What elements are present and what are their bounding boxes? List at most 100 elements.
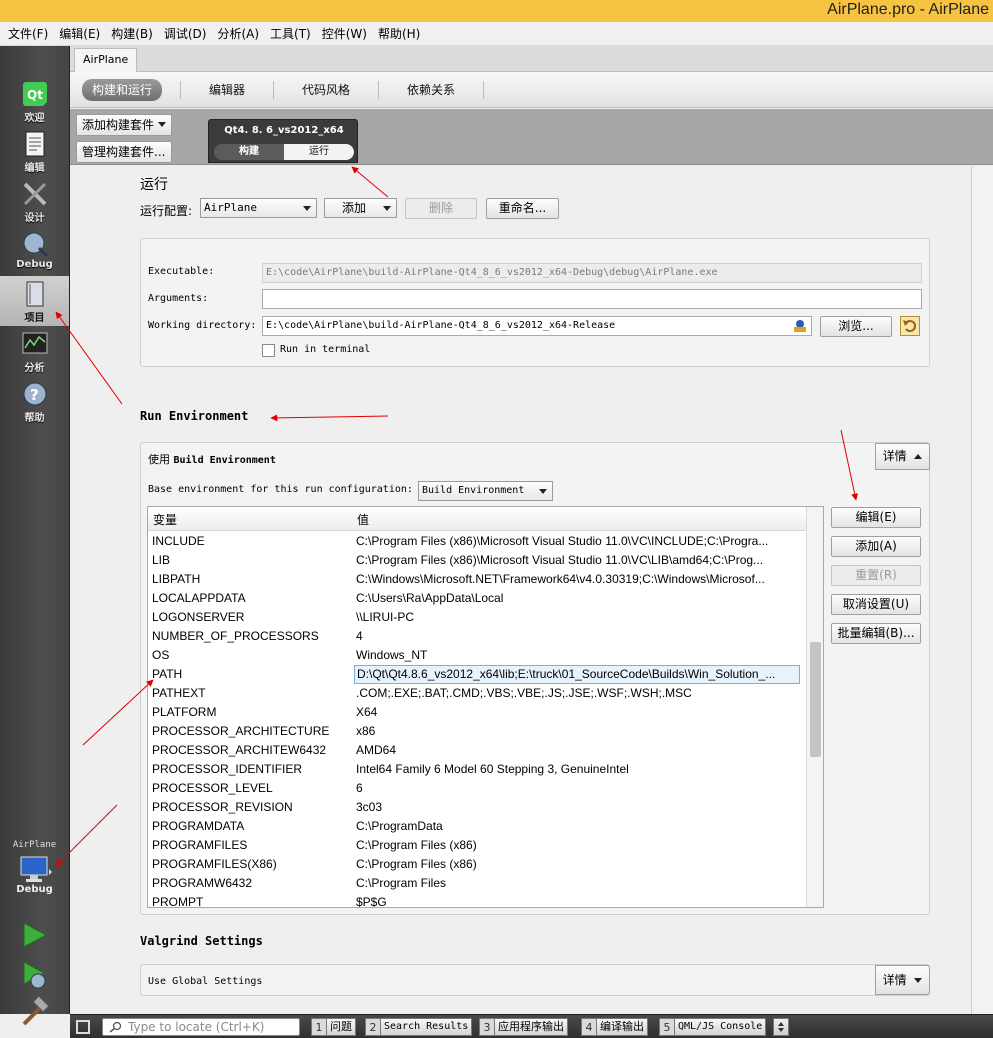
- output-pane-compile-output[interactable]: 4 编译输出: [581, 1018, 648, 1036]
- workdir-field[interactable]: E:\code\AirPlane\build-AirPlane-Qt4_8_6_…: [262, 316, 812, 336]
- output-pane-issues[interactable]: 1 问题: [311, 1018, 356, 1036]
- add-run-config-button[interactable]: 添加: [324, 198, 397, 218]
- env-table-row[interactable]: PROGRAMFILES C:\Program Files (x86): [148, 836, 808, 855]
- menu-analyze[interactable]: 分析(A): [212, 22, 264, 46]
- valgrind-details-button[interactable]: 详情: [875, 965, 930, 995]
- env-add-button[interactable]: 添加(A): [831, 536, 921, 557]
- env-table-row[interactable]: PROGRAMDATA C:\ProgramData: [148, 817, 808, 836]
- tab-build-run[interactable]: 构建和运行: [82, 78, 163, 101]
- add-run-config-label: 添加: [342, 201, 367, 215]
- menu-tools[interactable]: 工具(T): [265, 22, 316, 46]
- mode-debug[interactable]: Debug: [0, 226, 69, 276]
- pane-label: QML/JS Console: [675, 1018, 767, 1036]
- env-col-variable[interactable]: 变量: [153, 511, 177, 528]
- base-env-combo[interactable]: Build Environment: [418, 481, 553, 501]
- arguments-field[interactable]: [262, 289, 922, 309]
- env-table[interactable]: 变量 值 INCLUDE C:\Program Files (x86)\Micro…: [147, 506, 824, 908]
- env-reset-button[interactable]: 重置(R): [831, 565, 921, 586]
- tab-dependencies[interactable]: 依赖关系: [397, 79, 465, 101]
- mode-welcome[interactable]: Qt 欢迎: [0, 76, 69, 126]
- mode-analyze[interactable]: 分析: [0, 326, 69, 376]
- env-table-scroll-thumb[interactable]: [810, 642, 821, 757]
- mode-edit-label: 编辑: [24, 163, 45, 174]
- output-pane-app-output[interactable]: 3 应用程序输出: [479, 1018, 568, 1036]
- mode-edit[interactable]: 编辑: [0, 126, 69, 176]
- monitor-icon: [20, 856, 52, 882]
- menu-edit[interactable]: 编辑(E): [54, 22, 105, 46]
- env-unset-button[interactable]: 取消设置(U): [831, 594, 921, 615]
- mode-design[interactable]: 设计: [0, 176, 69, 226]
- run-settings-page: 运行 运行配置: AirPlane 添加 删除 重命名... Executabl…: [70, 166, 993, 1014]
- env-edit-button[interactable]: 编辑(E): [831, 507, 921, 528]
- menu-file[interactable]: 文件(F): [3, 22, 53, 46]
- project-subtabs: 构建和运行 编辑器 代码风格 依赖关系: [70, 72, 993, 108]
- reset-workdir-icon[interactable]: [900, 316, 920, 336]
- env-table-row[interactable]: LOCALAPPDATA C:\Users\Ra\AppData\Local: [148, 589, 808, 608]
- env-table-row[interactable]: PROCESSOR_ARCHITECTURE x86: [148, 722, 808, 741]
- mode-bar: Qt 欢迎 编辑 设计 Debug 项目 分析 ? 帮助 AirPlane De…: [0, 46, 70, 1026]
- env-table-row[interactable]: PROCESSOR_ARCHITEW6432 AMD64: [148, 741, 808, 760]
- mode-help[interactable]: ? 帮助: [0, 376, 69, 426]
- menu-build[interactable]: 构建(B): [106, 22, 158, 46]
- menu-help[interactable]: 帮助(H): [373, 22, 425, 46]
- tab-code-style[interactable]: 代码风格: [292, 79, 360, 101]
- env-table-row[interactable]: NUMBER_OF_PROCESSORS 4: [148, 627, 808, 646]
- pane-label: 问题: [327, 1018, 356, 1036]
- env-table-row[interactable]: LIBPATH C:\Windows\Microsoft.NET\Framewor…: [148, 570, 808, 589]
- output-pane-search-results[interactable]: 2 Search Results: [365, 1018, 473, 1036]
- env-variable-cell: LIBPATH: [152, 572, 201, 586]
- output-pane-qml-console[interactable]: 5 QML/JS Console: [659, 1018, 767, 1036]
- kit-target-selector[interactable]: Debug: [0, 854, 69, 906]
- pane-scroll-arrows[interactable]: [773, 1018, 789, 1036]
- env-value-cell: x86: [356, 724, 376, 738]
- executable-field[interactable]: E:\code\AirPlane\build-AirPlane-Qt4_8_6_…: [262, 263, 922, 283]
- run-env-heading: Run Environment: [140, 409, 249, 423]
- run-config-combo[interactable]: AirPlane: [200, 198, 317, 218]
- rename-run-config-button[interactable]: 重命名...: [486, 198, 559, 219]
- debug-run-button[interactable]: [16, 958, 52, 992]
- env-table-row[interactable]: OS Windows_NT: [148, 646, 808, 665]
- env-table-row[interactable]: PROCESSOR_LEVEL 6: [148, 779, 808, 798]
- kit-build-tab[interactable]: 构建: [214, 144, 284, 160]
- project-tab[interactable]: AirPlane: [74, 48, 138, 72]
- run-env-details-label: 详情: [882, 449, 907, 463]
- env-table-row[interactable]: LIB C:\Program Files (x86)\Microsoft Visu…: [148, 551, 808, 570]
- env-table-row[interactable]: PROGRAMW6432 C:\Program Files: [148, 874, 808, 893]
- run-button[interactable]: [16, 918, 52, 952]
- env-table-row[interactable]: PROMPT $P$G: [148, 893, 808, 907]
- variable-chooser-icon[interactable]: [792, 319, 808, 333]
- mode-projects[interactable]: 项目: [0, 276, 69, 326]
- menu-debug[interactable]: 调试(D): [159, 22, 212, 46]
- tab-editor[interactable]: 编辑器: [199, 79, 255, 101]
- env-table-row[interactable]: PLATFORM X64: [148, 703, 808, 722]
- env-col-value[interactable]: 值: [357, 511, 369, 528]
- pane-number: 5: [659, 1018, 675, 1036]
- menu-widgets[interactable]: 控件(W): [317, 22, 372, 46]
- env-table-row[interactable]: PATHEXT .COM;.EXE;.BAT;.CMD;.VBS;.VBE;.JS…: [148, 684, 808, 703]
- kit-project-name: AirPlane: [12, 840, 57, 850]
- add-kit-button[interactable]: 添加构建套件: [76, 114, 172, 136]
- env-batch-edit-button[interactable]: 批量编辑(B)...: [831, 623, 921, 644]
- manage-kits-button[interactable]: 管理构建套件...: [76, 141, 172, 163]
- build-hammer-button[interactable]: [16, 996, 52, 1030]
- env-table-row[interactable]: PATH D:\Qt\Qt4.8.6_vs2012_x64\lib;E:\truc…: [148, 665, 808, 684]
- locator-input[interactable]: Type to locate (Ctrl+K): [102, 1018, 300, 1036]
- env-table-row[interactable]: PROCESSOR_REVISION 3c03: [148, 798, 808, 817]
- browse-button[interactable]: 浏览...: [820, 316, 892, 337]
- kit-run-tab[interactable]: 运行: [284, 144, 354, 160]
- menu-bar: 文件(F) 编辑(E) 构建(B) 调试(D) 分析(A) 工具(T) 控件(W…: [0, 22, 993, 46]
- run-in-terminal-checkbox[interactable]: [262, 344, 275, 357]
- env-table-scrollbar[interactable]: [806, 507, 823, 907]
- env-variable-cell: INCLUDE: [152, 534, 205, 548]
- env-table-row[interactable]: PROCESSOR_IDENTIFIER Intel64 Family 6 Mod…: [148, 760, 808, 779]
- remove-run-config-button[interactable]: 删除: [405, 198, 477, 219]
- run-env-details-button[interactable]: 详情: [875, 443, 930, 470]
- sidebar-toggle-icon[interactable]: [76, 1020, 90, 1034]
- run-in-terminal-label: Run in terminal: [280, 344, 371, 355]
- env-table-row[interactable]: INCLUDE C:\Program Files (x86)\Microsoft …: [148, 532, 808, 551]
- env-table-row[interactable]: PROGRAMFILES(X86) C:\Program Files (x86): [148, 855, 808, 874]
- chevron-down-icon: [383, 206, 391, 211]
- env-table-row[interactable]: LOGONSERVER \\LIRUI-PC: [148, 608, 808, 627]
- mode-help-label: 帮助: [24, 413, 45, 424]
- page-scrollbar[interactable]: [971, 166, 993, 1014]
